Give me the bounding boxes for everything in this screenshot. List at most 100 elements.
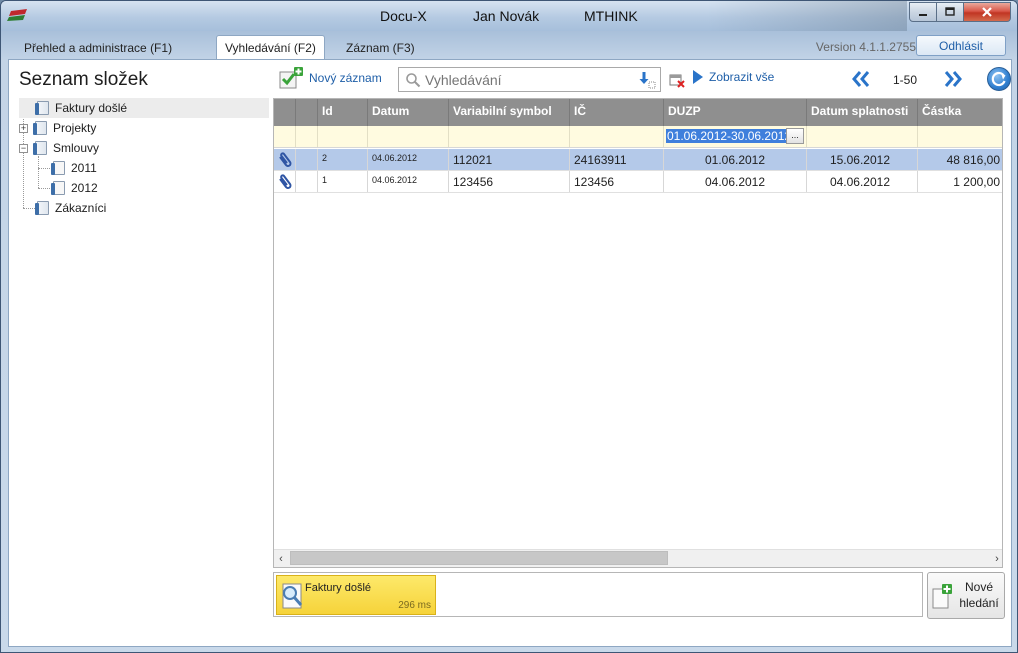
attachment-icon[interactable] <box>277 174 293 190</box>
tree-item-zakaznici[interactable]: Zákazníci <box>19 198 269 218</box>
column-header-id[interactable]: Id <box>318 99 368 126</box>
document-icon <box>51 161 65 175</box>
search-history: Faktury došlé 296 ms <box>273 572 923 617</box>
cell-id: 2 <box>318 149 368 170</box>
play-icon <box>693 70 703 84</box>
close-icon <box>982 7 992 17</box>
filter-duzp[interactable]: 01.06.2012-30.06.2012 ... <box>664 126 807 147</box>
scroll-right-icon[interactable]: › <box>992 553 1002 565</box>
filter-duzp-picker-button[interactable]: ... <box>786 128 804 144</box>
previous-page-icon[interactable] <box>851 70 871 88</box>
scrollbar-thumb[interactable] <box>290 551 668 565</box>
app-logo-icon <box>7 9 27 21</box>
history-item-label: Faktury došlé <box>305 582 372 594</box>
tab-search[interactable]: Vyhledávání (F2) <box>216 35 325 60</box>
column-header-variabilni-symbol[interactable]: Variabilní symbol <box>449 99 570 126</box>
table-row[interactable]: 2 04.06.2012 112021 24163911 01.06.2012 … <box>274 149 1002 171</box>
filter-datum-splatnosti[interactable] <box>807 126 918 147</box>
column-header-blank[interactable] <box>296 99 318 126</box>
tree-item-faktury-dosle[interactable]: Faktury došlé <box>19 98 269 118</box>
filter-ic[interactable] <box>570 126 664 147</box>
column-header-attach[interactable] <box>274 99 296 126</box>
clear-filter-icon[interactable] <box>669 72 685 88</box>
search-box[interactable] <box>398 67 661 92</box>
filter-castka[interactable] <box>918 126 1002 147</box>
main-tabs: Přehled a administrace (F1) Vyhledávání … <box>8 35 1012 60</box>
column-header-duzp[interactable]: DUZP <box>664 99 807 126</box>
maximize-button[interactable] <box>937 2 964 22</box>
table-row[interactable]: 1 04.06.2012 123456 123456 04.06.2012 04… <box>274 171 1002 193</box>
magnifier-document-icon <box>282 583 303 609</box>
column-header-ic[interactable]: IČ <box>570 99 664 126</box>
history-item-time: 296 ms <box>398 600 431 611</box>
app-name: Docu-X <box>380 8 427 24</box>
refresh-button[interactable] <box>987 67 1011 91</box>
minimize-icon <box>919 14 927 16</box>
cell-ic: 123456 <box>570 171 664 192</box>
title-bar[interactable]: Docu-X Jan Novák MTHINK <box>1 1 1017 31</box>
maximize-icon <box>945 7 955 16</box>
tree-item-label: 2011 <box>71 161 97 175</box>
search-history-item[interactable]: Faktury došlé 296 ms <box>276 575 436 615</box>
tree-item-label: Faktury došlé <box>55 101 128 115</box>
new-search-label-line2: hledání <box>959 596 999 610</box>
tree-item-smlouvy[interactable]: − Smlouvy <box>19 138 269 158</box>
cell-castka: 1 200,00 <box>918 171 1002 192</box>
new-search-icon <box>932 584 952 609</box>
grid-header: Id Datum Variabilní symbol IČ DUZP Datum… <box>274 99 1002 126</box>
filter-id[interactable] <box>318 126 368 147</box>
close-button[interactable] <box>964 2 1011 22</box>
company-name: MTHINK <box>584 8 638 24</box>
new-record-button[interactable]: Nový záznam <box>279 67 382 89</box>
tree-item-label: Smlouvy <box>53 141 100 155</box>
cell-id: 1 <box>318 171 368 192</box>
tab-overview[interactable]: Přehled a administrace (F1) <box>16 37 180 59</box>
cell-castka: 48 816,00 <box>918 149 1002 170</box>
show-all-label: Zobrazit vše <box>709 70 775 84</box>
user-name: Jan Novák <box>473 8 540 24</box>
horizontal-scrollbar[interactable]: ‹ › <box>274 549 1002 567</box>
tree-item-label: Zákazníci <box>55 201 107 215</box>
tab-record[interactable]: Záznam (F3) <box>338 37 423 59</box>
next-page-icon[interactable] <box>943 70 963 88</box>
new-search-label: Nové hledání <box>956 579 1002 611</box>
filter-datum[interactable] <box>368 126 449 147</box>
minimize-button[interactable] <box>909 2 937 22</box>
folder-tree: Faktury došlé + Projekty − Smlouvy 2011 … <box>19 98 269 218</box>
column-header-datum[interactable]: Datum <box>368 99 449 126</box>
refresh-icon <box>991 71 1006 87</box>
filter-variabilni-symbol[interactable] <box>449 126 570 147</box>
cell-duzp: 04.06.2012 <box>664 171 807 192</box>
filter-row: 01.06.2012-30.06.2012 ... <box>274 126 1002 148</box>
cell-variabilni-symbol: 112021 <box>449 149 570 170</box>
search-icon <box>406 72 421 87</box>
show-all-button[interactable]: Zobrazit vše <box>693 70 774 84</box>
filter-duzp-value[interactable]: 01.06.2012-30.06.2012 <box>666 129 793 143</box>
column-header-datum-splatnosti[interactable]: Datum splatnosti <box>807 99 918 126</box>
column-header-castka[interactable]: Částka <box>918 99 1002 126</box>
attachment-icon[interactable] <box>277 152 293 168</box>
collapse-icon[interactable]: − <box>19 143 28 153</box>
document-icon <box>51 181 65 195</box>
cell-datum: 04.06.2012 <box>368 149 449 170</box>
tree-item-2012[interactable]: 2012 <box>19 178 269 198</box>
logout-button[interactable]: Odhlásit <box>916 35 1006 56</box>
new-record-label: Nový záznam <box>309 71 382 85</box>
cell-variabilni-symbol: 123456 <box>449 171 570 192</box>
new-search-button[interactable]: Nové hledání <box>927 572 1005 619</box>
expand-icon[interactable]: + <box>19 123 28 133</box>
search-toolbar: Nový záznam Zo <box>279 66 1011 94</box>
content-panel: Seznam složek Faktury došlé + Projekty − <box>8 59 1012 647</box>
new-search-label-line1: Nové <box>964 580 993 594</box>
sidebar-title: Seznam složek <box>19 69 148 90</box>
tree-item-2011[interactable]: 2011 <box>19 158 269 178</box>
cell-datum-splatnosti: 15.06.2012 <box>807 149 918 170</box>
app-window: Docu-X Jan Novák MTHINK Přehled a admini… <box>0 0 1018 653</box>
search-input[interactable] <box>425 71 625 88</box>
tree-item-projekty[interactable]: + Projekty <box>19 118 269 138</box>
tree-item-label: 2012 <box>71 181 98 195</box>
search-options-icon[interactable] <box>638 71 656 89</box>
scroll-left-icon[interactable]: ‹ <box>276 553 286 565</box>
new-record-icon <box>279 67 303 89</box>
document-folder-icon <box>33 121 47 135</box>
